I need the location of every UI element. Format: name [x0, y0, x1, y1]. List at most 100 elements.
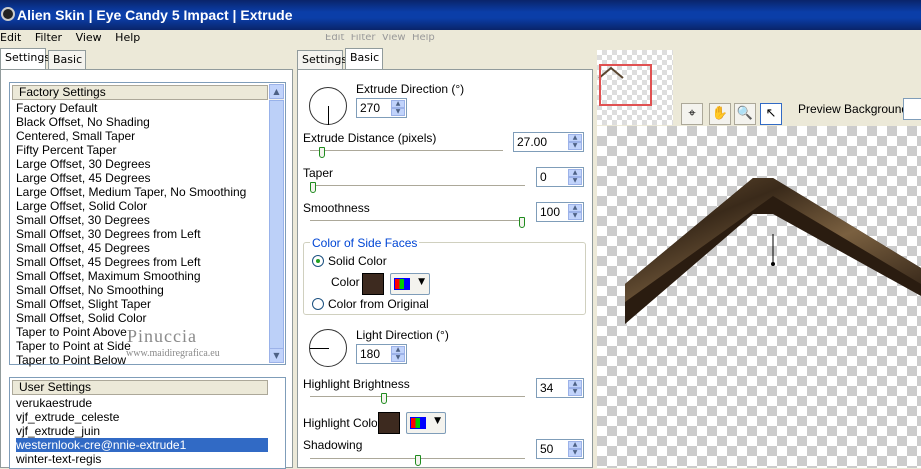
- factory-list-item[interactable]: Taper to Point at Side: [16, 339, 268, 353]
- tab-basic-mid[interactable]: Basic: [345, 48, 383, 70]
- highlight-color-swatch[interactable]: [377, 411, 401, 435]
- spin-down-icon[interactable]: ▼: [391, 108, 405, 116]
- user-list-item[interactable]: winter-text-regis: [16, 452, 268, 466]
- scroll-thumb[interactable]: [269, 100, 284, 350]
- user-list-item[interactable]: westernlook-cre@nnie-extrude1: [16, 438, 268, 452]
- taper-thumb[interactable]: [310, 182, 316, 193]
- factory-list-item[interactable]: Centered, Small Taper: [16, 129, 268, 143]
- tab-settings-mid[interactable]: Settings: [297, 50, 347, 70]
- highlight-brightness-spinner[interactable]: 34 ▲ ▼: [536, 378, 584, 398]
- dial-hand: [328, 106, 329, 125]
- factory-list-item[interactable]: Small Offset, 30 Degrees from Left: [16, 227, 268, 241]
- chevron-down-icon: ▼: [418, 277, 425, 287]
- highlight-color-palette-button[interactable]: ▼: [406, 412, 446, 434]
- user-settings-header: User Settings: [12, 380, 268, 395]
- user-items: verukaestrude vjf_extrude_celeste vjf_extr…: [16, 396, 268, 466]
- preview-canvas[interactable]: [597, 126, 921, 468]
- highlight-brightness-slider[interactable]: [310, 396, 525, 398]
- solid-color-radio[interactable]: [312, 255, 324, 267]
- factory-list-item[interactable]: Factory Default: [16, 101, 268, 115]
- taper-slider[interactable]: [310, 185, 525, 187]
- factory-list-item[interactable]: Small Offset, Maximum Smoothing: [16, 269, 268, 283]
- side-color-palette-button[interactable]: ▼: [390, 273, 430, 295]
- factory-list-item[interactable]: Small Offset, Solid Color: [16, 311, 268, 325]
- solid-color-label: Solid Color: [328, 254, 387, 268]
- color-from-original-radio[interactable]: [312, 298, 324, 310]
- smoothness-label: Smoothness: [303, 201, 370, 215]
- menu-filter[interactable]: Filter: [35, 31, 62, 44]
- tab-settings[interactable]: Settings: [0, 48, 50, 70]
- user-list-item[interactable]: vjf_extrude_juin: [16, 424, 268, 438]
- smoothness-slider[interactable]: [310, 220, 525, 222]
- factory-scrollbar[interactable]: ▲ ▼: [269, 84, 284, 363]
- extrude-direction-spinner[interactable]: 270 ▲ ▼: [356, 98, 407, 118]
- factory-list-item[interactable]: Small Offset, 45 Degrees: [16, 241, 268, 255]
- preview-background-select[interactable]: [903, 98, 921, 120]
- hand-tool-button[interactable]: ✋: [709, 103, 731, 125]
- color-from-original-label: Color from Original: [328, 297, 429, 311]
- user-list-item[interactable]: vjf_extrude_celeste: [16, 410, 268, 424]
- basic-panel: Extrude Direction (°) 270 ▲ ▼ Extrude Dis…: [297, 69, 593, 468]
- factory-list-item[interactable]: Small Offset, 45 Degrees from Left: [16, 255, 268, 269]
- extrude-distance-label: Extrude Distance (pixels): [303, 131, 437, 145]
- side-color-swatch[interactable]: [361, 272, 385, 296]
- highlight-color-label: Highlight Color: [303, 416, 382, 430]
- ghost-menu: Edit Filter View Help: [325, 34, 435, 43]
- app-icon: [1, 7, 15, 21]
- extrude-distance-slider[interactable]: [310, 150, 503, 152]
- mid-tab-strip: Settings Basic: [297, 48, 417, 70]
- taper-label: Taper: [303, 166, 334, 180]
- pointer-tool-button[interactable]: ↖: [760, 103, 782, 125]
- hand-icon: ✋: [711, 106, 729, 121]
- magnifier-icon: 🔍: [736, 106, 754, 121]
- shadowing-label: Shadowing: [303, 438, 363, 452]
- navigator-icon: ⌖: [688, 106, 696, 121]
- navigator-viewport[interactable]: [599, 64, 652, 106]
- smoothness-thumb[interactable]: [519, 217, 525, 228]
- factory-list-item[interactable]: Fifty Percent Taper: [16, 143, 268, 157]
- shadowing-thumb[interactable]: [414, 455, 421, 466]
- preview-background-label: Preview Background:: [798, 102, 912, 116]
- light-direction-label: Light Direction (°): [356, 328, 449, 342]
- scroll-down-icon[interactable]: ▼: [269, 348, 284, 363]
- menu-view[interactable]: View: [76, 31, 102, 44]
- palette-icon: [394, 278, 410, 290]
- side-color-label: Color: [331, 275, 360, 289]
- smoothness-spinner[interactable]: 100 ▲ ▼: [536, 202, 584, 222]
- title-bar: Alien Skin | Eye Candy 5 Impact | Extrud…: [0, 0, 921, 30]
- extrude-distance-spinner[interactable]: 27.00 ▲ ▼: [513, 132, 584, 152]
- tab-basic[interactable]: Basic: [48, 50, 86, 70]
- factory-list-item[interactable]: Small Offset, Slight Taper: [16, 297, 268, 311]
- left-tab-strip: Settings Basic: [0, 48, 120, 70]
- factory-list-item[interactable]: Large Offset, 45 Degrees: [16, 171, 268, 185]
- light-direction-dial[interactable]: [309, 329, 347, 367]
- light-direction-spinner[interactable]: 180 ▲ ▼: [356, 344, 407, 364]
- shadowing-spinner[interactable]: 50 ▲ ▼: [536, 439, 584, 459]
- taper-spinner[interactable]: 0 ▲ ▼: [536, 167, 584, 187]
- factory-list-item[interactable]: Large Offset, Medium Taper, No Smoothing: [16, 185, 268, 199]
- spin-up-icon[interactable]: ▲: [391, 100, 405, 108]
- menu-edit[interactable]: Edit: [0, 31, 21, 44]
- factory-settings-list[interactable]: Factory Settings Factory Default Black Of…: [9, 82, 286, 367]
- factory-list-item[interactable]: Taper to Point Above: [16, 325, 268, 339]
- factory-list-item[interactable]: Large Offset, Solid Color: [16, 199, 268, 213]
- factory-list-item[interactable]: Taper to Point Below: [16, 353, 268, 367]
- factory-items: Factory Default Black Offset, No Shading C…: [16, 101, 268, 367]
- highlight-brightness-label: Highlight Brightness: [303, 377, 410, 391]
- pointer-icon: ↖: [765, 106, 777, 121]
- factory-list-item[interactable]: Small Offset, No Smoothing: [16, 283, 268, 297]
- zoom-tool-button[interactable]: 🔍: [734, 103, 756, 125]
- highlight-brightness-thumb[interactable]: [381, 393, 388, 404]
- extrude-direction-dial[interactable]: [309, 87, 347, 125]
- factory-list-item[interactable]: Small Offset, 30 Degrees: [16, 213, 268, 227]
- user-settings-list[interactable]: User Settings verukaestrude vjf_extrude_c…: [9, 377, 286, 469]
- extrude-distance-thumb[interactable]: [319, 147, 326, 158]
- light-dial-hand: [310, 348, 329, 349]
- factory-list-item[interactable]: Black Offset, No Shading: [16, 115, 268, 129]
- menu-help[interactable]: Help: [115, 31, 140, 44]
- navigator-tool-button[interactable]: ⌖: [681, 103, 703, 125]
- user-list-item[interactable]: verukaestrude: [16, 396, 268, 410]
- factory-settings-header: Factory Settings: [12, 85, 268, 100]
- factory-list-item[interactable]: Large Offset, 30 Degrees: [16, 157, 268, 171]
- scroll-up-icon[interactable]: ▲: [269, 84, 284, 99]
